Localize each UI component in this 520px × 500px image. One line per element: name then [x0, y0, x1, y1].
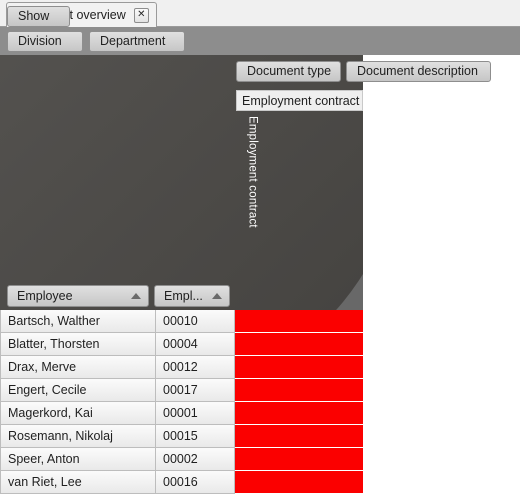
cell-empty: [363, 448, 520, 471]
row-header-employee-label: Employee: [17, 288, 73, 303]
column-header-document-description[interactable]: Document description: [346, 61, 491, 82]
column-header-document-type[interactable]: Document type: [236, 61, 341, 82]
row-header-employee[interactable]: Employee: [7, 285, 149, 307]
row-header-row: Employee Empl...: [7, 285, 230, 307]
cell-employee-number[interactable]: 00017: [156, 379, 235, 402]
column-header-row: Document type Document description: [236, 61, 491, 82]
cell-employee-name[interactable]: Magerkord, Kai: [0, 402, 156, 425]
table-row[interactable]: Engert, Cecile 00017: [0, 379, 520, 402]
document-overview-window: Document overview ✕ Division Department …: [0, 0, 520, 500]
cell-status-flag[interactable]: [235, 356, 363, 379]
cell-employee-name[interactable]: van Riet, Lee: [0, 471, 156, 494]
cell-empty: [363, 356, 520, 379]
cell-employee-name[interactable]: Speer, Anton: [0, 448, 156, 471]
cell-employee-number[interactable]: 00012: [156, 356, 235, 379]
cell-employee-name[interactable]: Bartsch, Walther: [0, 310, 156, 333]
cell-employee-name[interactable]: Blatter, Thorsten: [0, 333, 156, 356]
division-button[interactable]: Division: [7, 30, 83, 52]
cell-employee-number[interactable]: 00015: [156, 425, 235, 448]
cell-status-flag[interactable]: [235, 402, 363, 425]
table-row[interactable]: Speer, Anton 00002: [0, 448, 520, 471]
cell-employee-number[interactable]: 00001: [156, 402, 235, 425]
cell-employee-number[interactable]: 00010: [156, 310, 235, 333]
table-row[interactable]: van Riet, Lee 00016: [0, 471, 520, 494]
cell-status-flag[interactable]: [235, 471, 363, 494]
cell-employee-name[interactable]: Rosemann, Nikolaj: [0, 425, 156, 448]
cell-employee-name[interactable]: Drax, Merve: [0, 356, 156, 379]
show-button[interactable]: Show: [7, 6, 70, 27]
cell-empty: [363, 379, 520, 402]
department-button[interactable]: Department: [89, 30, 185, 52]
cell-employee-number[interactable]: 00004: [156, 333, 235, 356]
table-row[interactable]: Drax, Merve 00012: [0, 356, 520, 379]
data-grid: Bartsch, Walther 00010 Blatter, Thorsten 00…: [0, 310, 520, 494]
cell-employee-name[interactable]: Engert, Cecile: [0, 379, 156, 402]
cell-empty: [363, 310, 520, 333]
sort-ascending-icon[interactable]: [212, 293, 222, 299]
cell-status-flag[interactable]: [235, 310, 363, 333]
cell-employee-number[interactable]: 00002: [156, 448, 235, 471]
cell-status-flag[interactable]: [235, 379, 363, 402]
row-header-employee-number-label: Empl...: [164, 288, 203, 303]
cell-employee-number[interactable]: 00016: [156, 471, 235, 494]
cell-empty: [363, 471, 520, 494]
tab-strip: Document overview ✕: [0, 0, 520, 27]
column-value-employment-contract[interactable]: Employment contract: [236, 90, 363, 111]
vertical-column-label: Employment contract: [246, 116, 259, 228]
table-row[interactable]: Rosemann, Nikolaj 00015: [0, 425, 520, 448]
cell-empty: [363, 333, 520, 356]
sort-ascending-icon[interactable]: [131, 293, 141, 299]
dimension-toolbar: Division Department: [0, 27, 520, 55]
cell-empty: [363, 425, 520, 448]
close-icon[interactable]: ✕: [133, 7, 149, 23]
cell-empty: [363, 402, 520, 425]
table-row[interactable]: Bartsch, Walther 00010: [0, 310, 520, 333]
cell-status-flag[interactable]: [235, 425, 363, 448]
table-row[interactable]: Blatter, Thorsten 00004: [0, 333, 520, 356]
cell-status-flag[interactable]: [235, 448, 363, 471]
cell-status-flag[interactable]: [235, 333, 363, 356]
table-row[interactable]: Magerkord, Kai 00001: [0, 402, 520, 425]
row-header-employee-number[interactable]: Empl...: [154, 285, 230, 307]
